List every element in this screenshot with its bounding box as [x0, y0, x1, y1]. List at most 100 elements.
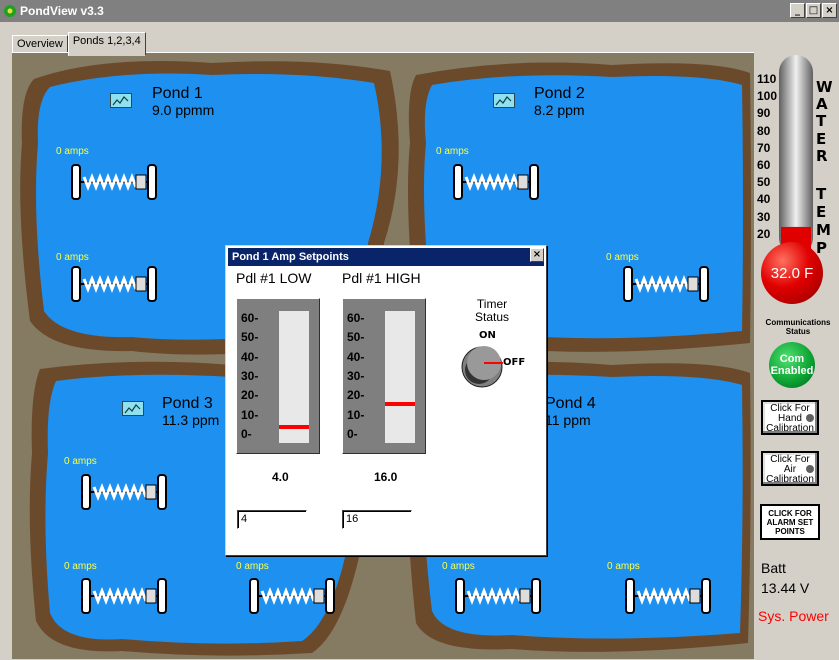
- gauge-tick-label: 30-: [347, 369, 365, 383]
- thermometer-tick-label: 100: [757, 89, 778, 104]
- com-enabled-button[interactable]: Com Enabled: [769, 342, 815, 388]
- pond-3-label: Pond 3 11.3 ppm: [162, 395, 219, 429]
- water-temp-letter: P: [816, 239, 827, 257]
- pond-3-paddle-2-amps: 0 amps: [64, 561, 97, 572]
- gauge-tick-label: 50-: [347, 330, 365, 345]
- gauge-tick-label: 40-: [241, 349, 259, 364]
- gauge-tick-label: 10-: [347, 407, 365, 422]
- air-calibration-button[interactable]: Click For Air Calibration: [761, 451, 819, 486]
- pond-3-chart-icon[interactable]: [122, 401, 144, 416]
- water-temp-letter: E: [816, 203, 827, 221]
- paddle-wheel-icon[interactable]: [248, 577, 336, 615]
- thermometer-tick-label: 90: [757, 106, 771, 121]
- pond-4-name: Pond 4: [545, 395, 596, 412]
- thermometer-tick-label: 80: [757, 123, 771, 138]
- title-bar: PondView v3.3 _ □ ×: [0, 0, 839, 22]
- gauge-track: [279, 311, 309, 443]
- minimize-button[interactable]: _: [790, 3, 805, 18]
- pond-1-label: Pond 1 9.0 ppmm: [152, 85, 214, 119]
- gauge-track: [385, 311, 415, 443]
- paddle-wheel-icon[interactable]: [452, 163, 540, 201]
- paddle-wheel-icon[interactable]: [80, 473, 168, 511]
- thermometer-tick-label: 110: [757, 72, 777, 86]
- pond-1-ppm: 9.0 ppmm: [152, 102, 215, 118]
- paddle-wheel-icon[interactable]: [624, 577, 712, 615]
- gauge-tick-label: 10-: [241, 407, 259, 422]
- high-gauge[interactable]: 60- 50- 40- 30- 20- 10- 0-: [342, 298, 426, 454]
- pond-4-paddle-1-amps: 0 amps: [442, 561, 475, 572]
- water-temp-letter: R: [816, 147, 828, 165]
- pond-1-paddle-1-amps: 0 amps: [56, 146, 89, 157]
- battery-status: Batt 13.44 V: [761, 558, 809, 598]
- gauge-tick-label: 50-: [241, 330, 259, 345]
- paddle-wheel-icon[interactable]: [454, 577, 542, 615]
- pond-2-name: Pond 2: [534, 85, 585, 102]
- knob-icon: [806, 465, 814, 473]
- water-temp-reading: 32.0 F: [761, 242, 823, 304]
- gauge-tick-label: 40-: [347, 349, 365, 364]
- close-button[interactable]: ×: [822, 3, 837, 18]
- pond-4-paddle-2-amps: 0 amps: [607, 561, 640, 572]
- pond-4-ppm: 11 ppm: [545, 412, 591, 428]
- tab-ponds[interactable]: Ponds 1,2,3,4: [67, 32, 146, 56]
- pond-2-paddle-2-amps: 0 amps: [606, 252, 639, 263]
- gauge-tick-label: 20-: [347, 388, 365, 403]
- high-value: 16.0: [374, 470, 398, 484]
- water-temp-letter: T: [816, 185, 827, 203]
- hand-calibration-button[interactable]: Click For Hand Calibration: [761, 400, 819, 435]
- alarm-set-points-button[interactable]: CLICK FOR ALARM SET POINTS: [760, 504, 820, 540]
- high-setpoint-input[interactable]: 16: [342, 510, 412, 529]
- timer-status-label: Timer Status: [474, 297, 510, 324]
- timer-off-label: OFF: [503, 357, 526, 368]
- amp-setpoints-dialog: Pond 1 Amp Setpoints × Pdl #1 LOW Pdl #1…: [225, 245, 547, 556]
- thermometer-tick-label: 40: [757, 192, 771, 207]
- gauge-tick-label: 60-: [347, 311, 365, 325]
- thermometer-tick-label: 60: [757, 158, 771, 172]
- pond-3-paddle-1-amps: 0 amps: [64, 456, 97, 467]
- pond-2-label: Pond 2 8.2 ppm: [534, 85, 585, 119]
- water-temp-letter: E: [816, 130, 827, 148]
- timer-on-label: ON: [479, 330, 496, 341]
- gauge-tick-label: 0-: [347, 427, 358, 441]
- pond-1-chart-icon[interactable]: [110, 93, 132, 108]
- water-temp-letter: W: [816, 78, 833, 96]
- thermometer-tick-label: 30: [757, 209, 771, 224]
- pond-2-ppm: 8.2 ppm: [534, 102, 585, 118]
- high-label: Pdl #1 HIGH: [342, 270, 421, 286]
- pondview-app-icon: [4, 5, 16, 17]
- knob-icon: [806, 414, 814, 422]
- dialog-close-button[interactable]: ×: [530, 248, 544, 262]
- gauge-tick-label: 20-: [241, 388, 259, 403]
- thermometer-tick-label: 50: [757, 175, 771, 190]
- pond-1-paddle-2-amps: 0 amps: [56, 252, 89, 263]
- dialog-title: Pond 1 Amp Setpoints: [228, 248, 544, 266]
- paddle-wheel-icon[interactable]: [80, 577, 168, 615]
- water-temp-letter: M: [816, 221, 831, 239]
- high-setpoint-marker[interactable]: [385, 402, 415, 407]
- window-title: PondView v3.3: [20, 4, 104, 18]
- low-setpoint-input[interactable]: 4: [237, 510, 307, 529]
- communications-status-label: Communications Status: [765, 318, 831, 336]
- pond-3-paddle-3-amps: 0 amps: [236, 561, 269, 572]
- sys-power-indicator: Sys. Power: [758, 608, 829, 624]
- pond-3-ppm: 11.3 ppm: [162, 412, 220, 428]
- pond-4-label: Pond 4 11 ppm: [545, 395, 596, 429]
- paddle-wheel-icon[interactable]: [70, 163, 158, 201]
- battery-label: Batt: [761, 560, 786, 576]
- thermometer-tick-label: 70: [757, 140, 771, 155]
- battery-voltage: 13.44 V: [761, 580, 810, 596]
- maximize-button[interactable]: □: [806, 3, 821, 18]
- gauge-tick-label: 60-: [241, 311, 259, 325]
- water-temp-letter: A: [816, 95, 828, 113]
- low-label: Pdl #1 LOW: [236, 270, 312, 286]
- thermometer-tick-label: 20: [757, 226, 771, 241]
- pond-2-chart-icon[interactable]: [493, 93, 515, 108]
- water-temp-letter: T: [816, 112, 827, 130]
- paddle-wheel-icon[interactable]: [622, 265, 710, 303]
- low-setpoint-marker[interactable]: [279, 425, 309, 430]
- low-gauge[interactable]: 60- 50- 40- 30- 20- 10- 0-: [236, 298, 320, 454]
- gauge-tick-label: 0-: [241, 427, 252, 441]
- paddle-wheel-icon[interactable]: [70, 265, 158, 303]
- low-value: 4.0: [272, 470, 289, 484]
- pond-1-name: Pond 1: [152, 85, 203, 102]
